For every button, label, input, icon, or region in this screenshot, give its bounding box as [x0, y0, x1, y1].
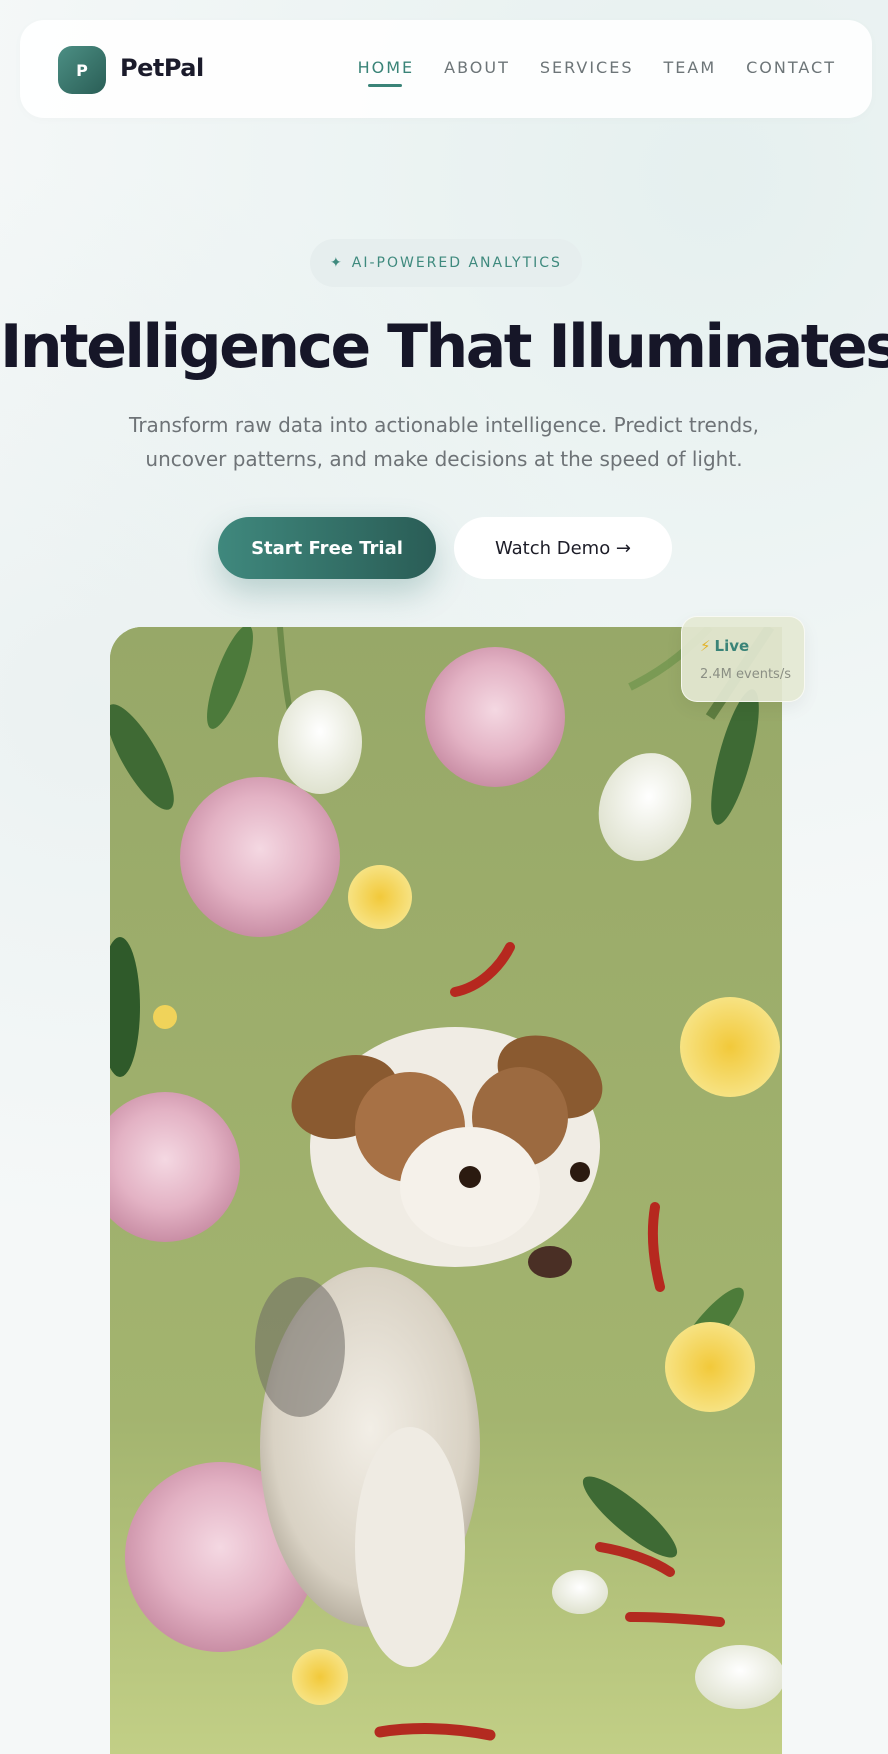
nav-link-contact[interactable]: CONTACT [746, 58, 836, 77]
lightning-icon: ⚡ [700, 637, 711, 655]
start-free-trial-button[interactable]: Start Free Trial [218, 517, 436, 579]
live-events-rate: 2.4M events/s [700, 667, 791, 682]
nav-link-team[interactable]: TEAM [663, 58, 716, 77]
nav-link-services[interactable]: SERVICES [540, 58, 634, 77]
hero-subtext: Transform raw data into actionable intel… [129, 413, 759, 471]
logo-mark[interactable]: P [58, 46, 106, 94]
nav-link-home[interactable]: HOME [358, 58, 415, 87]
hero-badge: ✦ AI-POWERED ANALYTICS [310, 239, 582, 287]
hero-badge-label: AI-POWERED ANALYTICS [351, 255, 562, 271]
sparkle-icon: ✦ [330, 255, 344, 271]
live-title-text: Live [714, 637, 750, 655]
watch-demo-button[interactable]: Watch Demo → [454, 517, 672, 579]
live-title: ⚡ Live [700, 637, 749, 655]
nav-link-about[interactable]: ABOUT [444, 58, 510, 77]
live-stats-card: ⚡ Live 2.4M events/s [681, 616, 805, 702]
dog-with-flowers-image [110, 627, 782, 1754]
hero-headline: Intelligence That Illuminates [0, 312, 888, 382]
hero-image [110, 627, 782, 1754]
nav-links: HOME ABOUT SERVICES TEAM CONTACT [358, 58, 836, 87]
brand-name[interactable]: PetPal [120, 54, 204, 82]
navbar: P PetPal HOME ABOUT SERVICES TEAM CONTAC… [20, 20, 872, 118]
